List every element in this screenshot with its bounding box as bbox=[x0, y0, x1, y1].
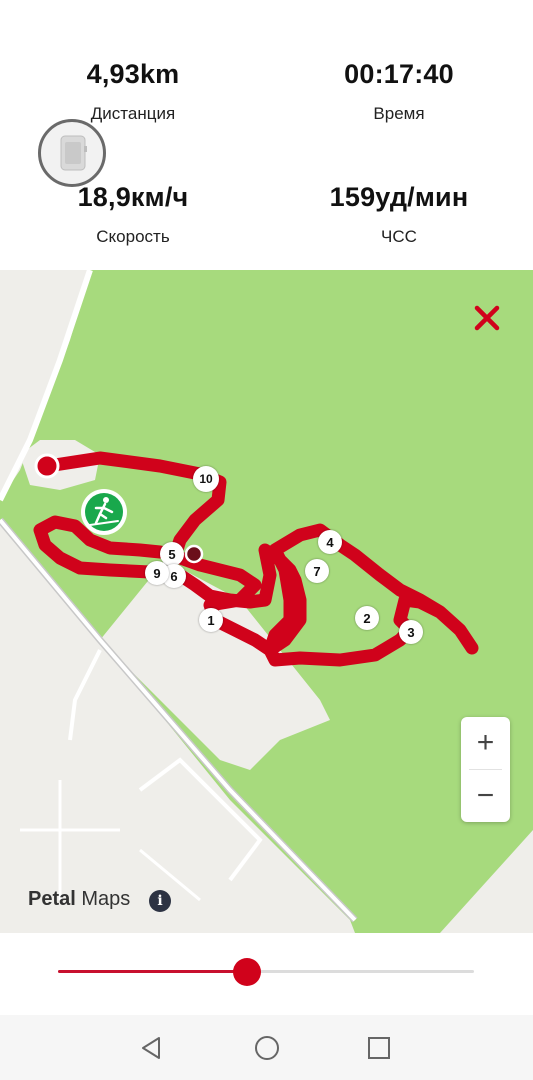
time-value: 00:17:40 bbox=[344, 59, 454, 89]
heart-rate-value: 159уд/мин bbox=[329, 182, 469, 212]
lap-marker-2[interactable]: 2 bbox=[355, 606, 379, 630]
close-map-button[interactable] bbox=[468, 300, 506, 338]
lap-marker-1[interactable]: 1 bbox=[199, 608, 223, 632]
zoom-in-button[interactable]: + bbox=[461, 717, 510, 769]
current-position-marker[interactable] bbox=[184, 544, 204, 564]
end-point-marker[interactable] bbox=[34, 453, 60, 479]
distance-stat: 4,93km Дистанция bbox=[0, 59, 266, 124]
lap-marker-7[interactable]: 7 bbox=[305, 559, 329, 583]
lap-marker-10[interactable]: 10 bbox=[193, 466, 219, 492]
distance-label: Дистанция bbox=[90, 104, 176, 123]
speed-stat: 18,9км/ч Скорость bbox=[0, 182, 266, 247]
speed-label: Скорость bbox=[96, 227, 170, 246]
urban-area bbox=[440, 830, 533, 933]
time-stat: 00:17:40 Время bbox=[266, 59, 532, 124]
slider-thumb[interactable] bbox=[233, 958, 262, 986]
zoom-out-button[interactable]: − bbox=[461, 770, 510, 822]
recents-button[interactable] bbox=[364, 1033, 394, 1063]
petal-brand: Petal bbox=[28, 888, 76, 910]
close-icon bbox=[474, 305, 500, 331]
back-button[interactable] bbox=[137, 1033, 167, 1063]
watch-icon[interactable] bbox=[38, 119, 106, 187]
slider-fill bbox=[58, 970, 248, 973]
lap-marker-4[interactable]: 4 bbox=[318, 530, 342, 554]
distance-value: 4,93km bbox=[86, 59, 180, 89]
lap-marker-9[interactable]: 9 bbox=[145, 561, 169, 585]
cross-country-ski-icon[interactable] bbox=[81, 489, 127, 535]
back-triangle-icon bbox=[142, 1037, 160, 1059]
map-canvas[interactable] bbox=[0, 270, 533, 933]
maps-word: Maps bbox=[81, 888, 131, 910]
workout-stats: 4,93km Дистанция 00:17:40 Время 18,9км/ч… bbox=[0, 0, 533, 270]
lap-marker-3[interactable]: 3 bbox=[399, 620, 423, 644]
home-button[interactable] bbox=[252, 1033, 282, 1063]
info-icon[interactable]: i bbox=[149, 890, 171, 912]
zoom-control: + − bbox=[461, 717, 510, 822]
speed-value: 18,9км/ч bbox=[77, 182, 189, 212]
home-circle-icon bbox=[255, 1036, 279, 1060]
system-nav-bar bbox=[0, 1015, 533, 1080]
route-map[interactable]: 1 2 3 4 5 6 7 9 10 bbox=[0, 270, 533, 933]
heart-rate-label: ЧСС bbox=[381, 227, 417, 246]
time-label: Время bbox=[373, 104, 425, 123]
heart-rate-stat: 159уд/мин ЧСС bbox=[266, 182, 532, 247]
playback-slider[interactable] bbox=[58, 955, 474, 989]
map-attribution: Petal Maps bbox=[28, 888, 130, 911]
recents-square-icon bbox=[368, 1037, 390, 1059]
